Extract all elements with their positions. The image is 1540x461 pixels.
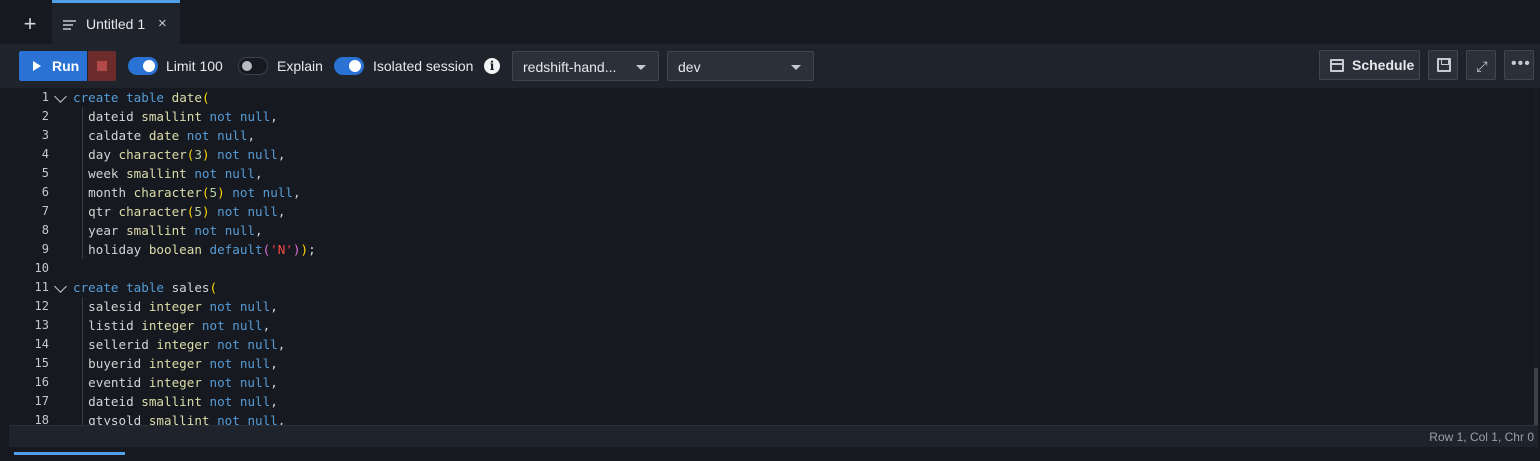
expand-icon: ⤢ (1476, 58, 1488, 74)
close-icon[interactable]: × (158, 15, 167, 32)
line-number: 9 (41, 242, 49, 256)
schedule-label: Schedule (1352, 57, 1415, 73)
line-number: 18 (34, 413, 49, 425)
code-line: eventid integer not null, (73, 375, 278, 390)
schedule-button[interactable]: Schedule (1319, 50, 1420, 80)
sql-editor[interactable]: 1 2 3 4 5 6 7 8 9 10 11 12 13 14 15 16 17 18 create table… (9, 88, 1538, 425)
line-number: 13 (34, 318, 49, 332)
line-number: 11 (34, 280, 49, 294)
cursor-position: Row 1, Col 1, Chr 0 (1429, 430, 1534, 444)
code-line: dateid smallint not null, (73, 109, 278, 124)
isolated-session-toggle[interactable] (334, 57, 364, 75)
stop-icon (97, 61, 107, 71)
isolated-session-label: Isolated session (373, 58, 474, 74)
fold-chevron-icon[interactable] (54, 90, 67, 103)
limit-toggle[interactable] (128, 57, 158, 75)
calendar-icon (1330, 59, 1344, 72)
line-number: 2 (41, 109, 49, 123)
code-line: month character(5) not null, (73, 185, 301, 200)
code-line: dateid smallint not null, (73, 394, 278, 409)
tab-bar: + Untitled 1 × (0, 0, 1540, 44)
more-icon: ••• (1511, 55, 1531, 72)
toggle-knob (242, 61, 252, 71)
save-icon (1437, 58, 1451, 72)
caret-down-icon (791, 65, 801, 70)
line-number: 14 (34, 337, 49, 351)
run-button[interactable]: Run (19, 51, 87, 81)
add-tab-button[interactable]: + (19, 13, 41, 35)
run-label: Run (52, 58, 80, 74)
line-numbers: 1 2 3 4 5 6 7 8 9 10 11 12 13 14 15 16 17 18 (9, 88, 49, 425)
tab-untitled-1[interactable]: Untitled 1 × (52, 0, 180, 44)
scrollbar-thumb[interactable] (1534, 368, 1538, 425)
status-bar: Row 1, Col 1, Chr 0 (9, 425, 1538, 447)
line-number: 4 (41, 147, 49, 161)
code-line: buyerid integer not null, (73, 356, 278, 371)
line-number: 17 (34, 394, 49, 408)
save-button[interactable] (1428, 50, 1458, 80)
more-actions-button[interactable]: ••• (1504, 50, 1534, 80)
limit-label: Limit 100 (166, 58, 223, 74)
code-line: qtr character(5) not null, (73, 204, 286, 219)
line-number: 15 (34, 356, 49, 370)
stop-button[interactable] (88, 51, 116, 81)
code-line: week smallint not null, (73, 166, 263, 181)
code-line: caldate date not null, (73, 128, 256, 143)
connection-select[interactable]: redshift-hand... (512, 51, 659, 81)
line-number: 5 (41, 166, 49, 180)
code-line: listid integer not null, (73, 318, 271, 333)
toggle-knob (349, 60, 361, 72)
line-number: 1 (41, 90, 49, 104)
line-number: 6 (41, 185, 49, 199)
line-number: 8 (41, 223, 49, 237)
play-icon (33, 61, 41, 71)
code-line: create table sales( (73, 280, 218, 295)
code-area[interactable]: create table date( dateid smallint not n… (73, 88, 316, 425)
code-line: salesid integer not null, (73, 299, 278, 314)
fullscreen-button[interactable]: ⤢ (1466, 50, 1496, 80)
line-number: 7 (41, 204, 49, 218)
caret-down-icon (636, 65, 646, 70)
results-panel-edge (0, 447, 1540, 461)
code-line: sellerid integer not null, (73, 337, 286, 352)
explain-label: Explain (277, 58, 323, 74)
code-line: holiday boolean default('N')); (73, 242, 316, 257)
info-icon[interactable]: i (484, 58, 500, 74)
connection-value: redshift-hand... (523, 59, 617, 75)
database-value: dev (678, 59, 701, 75)
document-lines-icon (63, 20, 76, 32)
tab-label: Untitled 1 (86, 16, 146, 32)
database-select[interactable]: dev (667, 51, 814, 81)
toggle-knob (143, 60, 155, 72)
scrollbar[interactable] (1534, 88, 1538, 425)
code-line: day character(3) not null, (73, 147, 286, 162)
code-line: year smallint not null, (73, 223, 263, 238)
line-number: 10 (34, 261, 49, 275)
line-number: 3 (41, 128, 49, 142)
results-tab-indicator (14, 452, 125, 455)
fold-chevron-icon[interactable] (54, 280, 67, 293)
line-number: 12 (34, 299, 49, 313)
toolbar: Run Limit 100 Explain Isolated session i… (0, 44, 1540, 88)
explain-toggle[interactable] (238, 57, 268, 75)
line-number: 16 (34, 375, 49, 389)
code-line: create table date( (73, 90, 210, 105)
code-line: qtysold smallint not null, (73, 413, 286, 425)
